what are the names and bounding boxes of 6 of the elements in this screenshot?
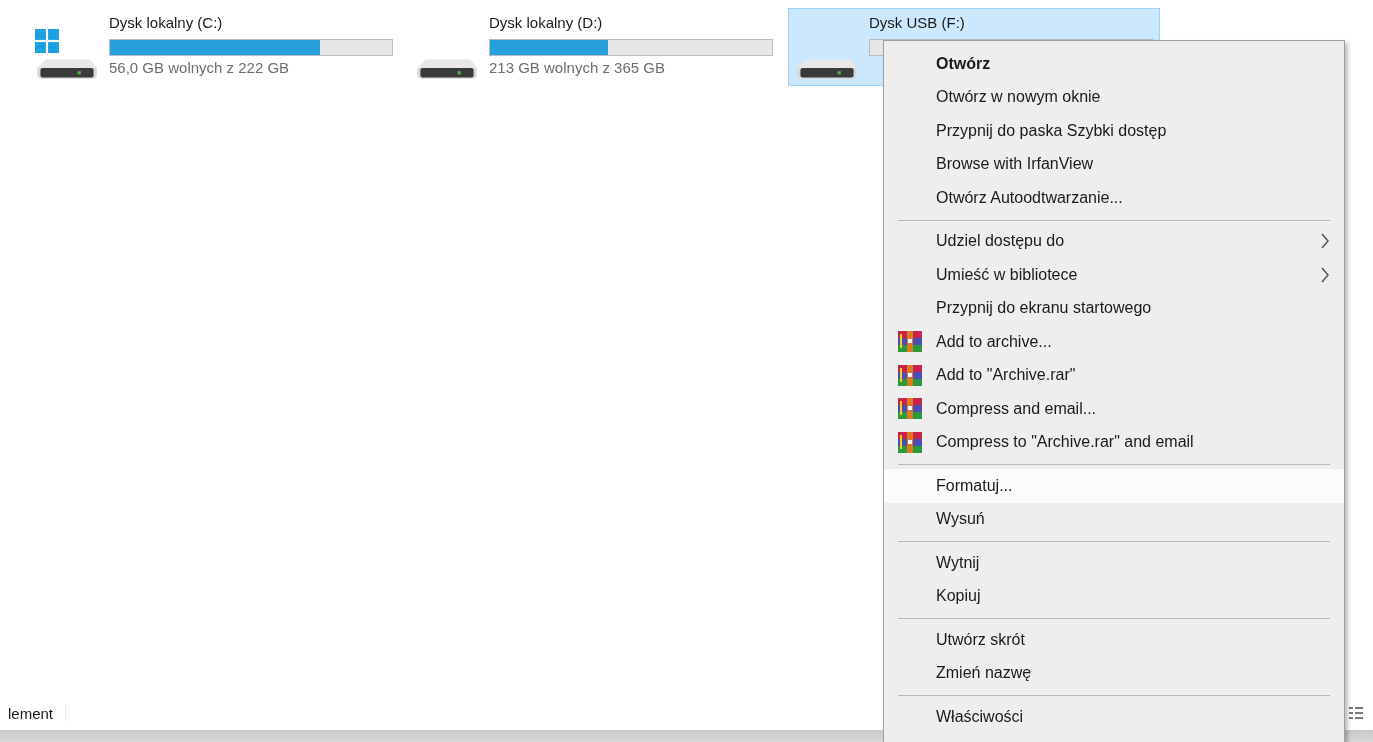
drive-name: Dysk lokalny (C:) [109,13,224,33]
free-space-text: 213 GB wolnych z 365 GB [489,58,666,78]
free-space-text: 56,0 GB wolnych z 222 GB [109,58,291,78]
status-text: lement [8,704,54,722]
drive-name: Dysk lokalny (D:) [489,13,604,33]
drive-name: Dysk USB (F:) [869,13,966,33]
